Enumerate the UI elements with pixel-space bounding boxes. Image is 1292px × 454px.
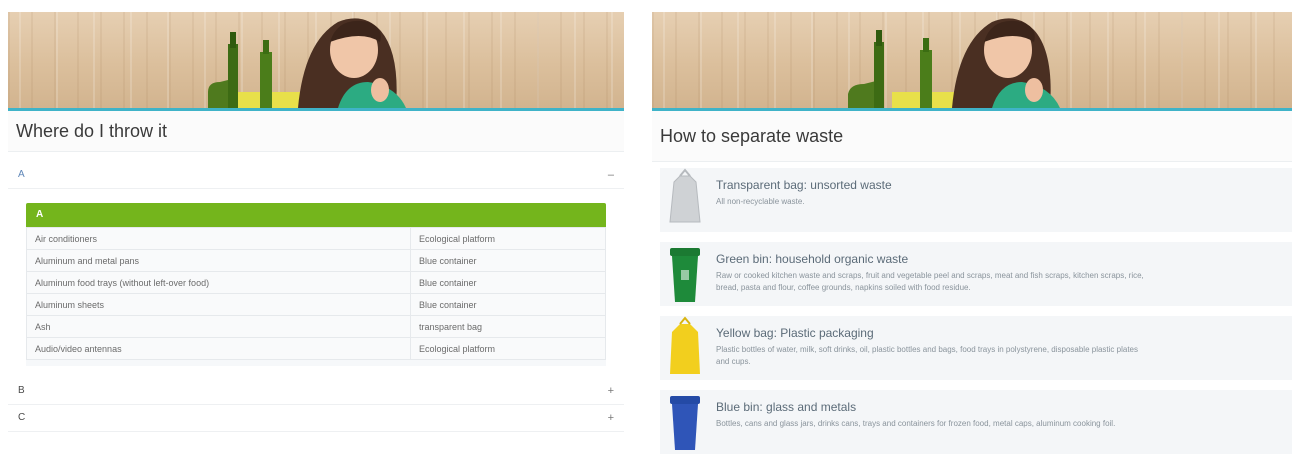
waste-description: All non-recyclable waste. <box>716 197 805 206</box>
waste-description: Raw or cooked kitchen waste and scraps, … <box>716 270 1286 294</box>
item-name: Aluminum sheets <box>26 293 411 316</box>
expand-icon[interactable]: + <box>608 405 614 431</box>
item-destination: Blue container <box>410 271 606 294</box>
list-item: Blue bin: glass and metals Bottles, cans… <box>660 390 1292 454</box>
item-destination: Blue container <box>410 293 606 316</box>
banner-illustration <box>208 18 406 108</box>
page-title: Where do I throw it <box>8 111 624 152</box>
list-item: Yellow bag: Plastic packaging Plastic bo… <box>660 316 1292 384</box>
item-name: Aluminum and metal pans <box>26 249 411 272</box>
waste-title: Yellow bag: Plastic packaging <box>716 326 874 340</box>
accordion-header-c[interactable]: C + <box>8 405 624 432</box>
table-row: Aluminum sheets Blue container <box>26 293 606 316</box>
blue-bin-icon <box>660 390 710 454</box>
table-row: Audio/video antennas Ecological platform <box>26 337 606 360</box>
yellow-bag-icon <box>660 316 710 380</box>
banner-image <box>8 12 624 111</box>
list-item: Green bin: household organic waste Raw o… <box>660 242 1292 310</box>
accordion-letter: B <box>18 385 25 396</box>
waste-title: Green bin: household organic waste <box>716 252 909 266</box>
item-name: Ash <box>26 315 411 338</box>
how-to-separate-waste-panel: How to separate waste Transparent bag: u… <box>652 12 1292 454</box>
desc-line: and cups. <box>716 357 751 366</box>
desc-line: bread, pasta and flour, coffee grounds, … <box>716 283 971 292</box>
banner-illustration <box>848 18 1060 108</box>
table-row: Aluminum food trays (without left-over f… <box>26 271 606 294</box>
waste-title: Transparent bag: unsorted waste <box>716 178 892 192</box>
accordion-body-a: A Air conditioners Ecological platform Alu… <box>26 203 606 366</box>
table-row: Aluminum and metal pans Blue container <box>26 249 606 272</box>
waste-title: Blue bin: glass and metals <box>716 400 857 414</box>
item-destination: Ecological platform <box>410 337 606 360</box>
table-row: Ash transparent bag <box>26 315 606 338</box>
table-row: Air conditioners Ecological platform <box>26 227 606 250</box>
item-destination: Ecological platform <box>410 227 606 250</box>
where-do-i-throw-it-panel: Where do I throw it A – A Air conditione… <box>8 12 624 454</box>
banner-image <box>652 12 1292 111</box>
item-destination: transparent bag <box>410 315 606 338</box>
item-name: Aluminum food trays (without left-over f… <box>26 271 411 294</box>
accordion-header-b[interactable]: B + <box>8 378 624 405</box>
item-name: Air conditioners <box>26 227 411 250</box>
page-title: How to separate waste <box>652 111 1292 162</box>
waste-category-list: Transparent bag: unsorted waste All non-… <box>652 162 1292 454</box>
letter-heading-bar: A <box>26 203 606 227</box>
collapse-icon[interactable]: – <box>608 162 614 188</box>
waste-description: Bottles, cans and glass jars, drinks can… <box>716 419 1116 428</box>
waste-description: Plastic bottles of water, milk, soft dri… <box>716 344 1286 368</box>
green-bin-icon <box>660 242 710 306</box>
expand-icon[interactable]: + <box>608 378 614 404</box>
accordion-header-a[interactable]: A – <box>8 162 624 189</box>
list-item: Transparent bag: unsorted waste All non-… <box>660 168 1292 236</box>
item-destination: Blue container <box>410 249 606 272</box>
accordion-letter: C <box>18 412 26 423</box>
desc-line: Plastic bottles of water, milk, soft dri… <box>716 345 1138 354</box>
transparent-bag-icon <box>660 168 710 232</box>
item-name: Audio/video antennas <box>26 337 411 360</box>
desc-line: Raw or cooked kitchen waste and scraps, … <box>716 271 1144 280</box>
accordion-letter: A <box>18 169 25 180</box>
waste-items-table: Air conditioners Ecological platform Alumi… <box>26 227 606 360</box>
